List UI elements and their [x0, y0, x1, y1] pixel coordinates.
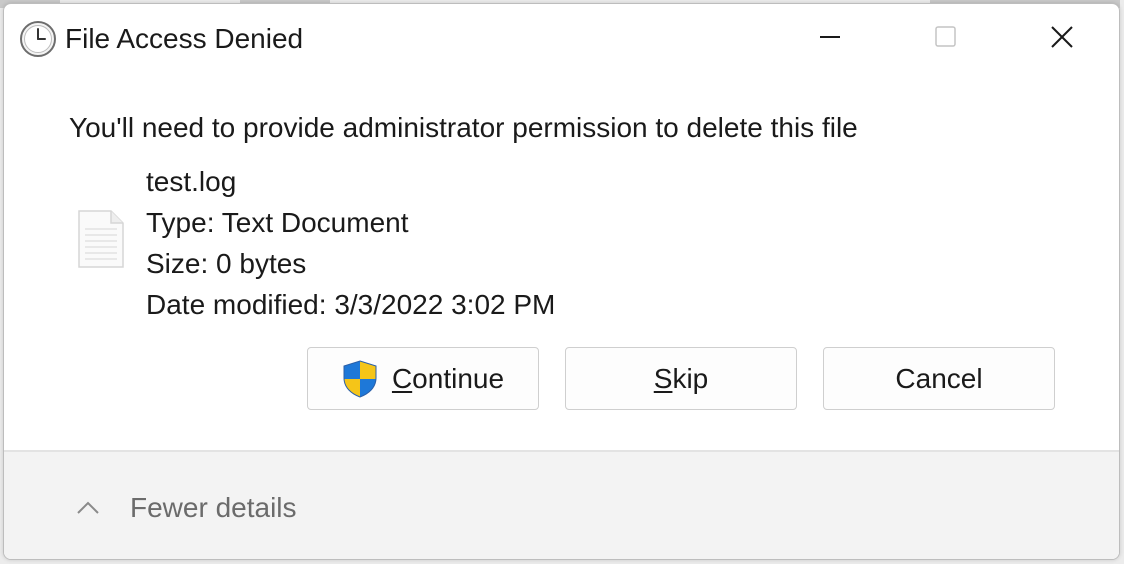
uac-shield-icon: [343, 359, 377, 398]
text-document-icon: [78, 210, 124, 268]
skip-button[interactable]: Skip: [565, 347, 797, 410]
close-button[interactable]: [1004, 4, 1119, 70]
permission-message: You'll need to provide administrator per…: [69, 112, 858, 143]
maximize-icon: [935, 26, 956, 47]
details-footer: Fewer details: [4, 452, 1119, 559]
clock-icon: [20, 21, 56, 57]
fewer-details-toggle[interactable]: Fewer details: [74, 488, 297, 528]
chevron-up-icon: [77, 501, 99, 514]
file-name: test.log: [146, 166, 237, 197]
file-size: Size: 0 bytes: [146, 248, 307, 279]
minimize-button[interactable]: [773, 4, 890, 70]
cancel-button[interactable]: Cancel: [823, 347, 1055, 410]
continue-button[interactable]: Continue: [307, 347, 539, 410]
file-date-modified: Date modified: 3/3/2022 3:02 PM: [146, 289, 556, 320]
title-bar[interactable]: File Access Denied: [4, 4, 1119, 74]
maximize-button[interactable]: [887, 4, 1004, 70]
skip-label: Skip: [653, 362, 709, 394]
file-details: test.log Type: Text Document Size: 0 byt…: [146, 161, 555, 325]
file-type: Type: Text Document: [146, 207, 409, 238]
minimize-icon: [820, 36, 840, 38]
fewer-details-label: Fewer details: [130, 492, 297, 523]
cancel-label: Cancel: [895, 362, 983, 394]
continue-label: Continue: [391, 362, 505, 394]
close-icon: [1051, 26, 1073, 48]
file-access-denied-dialog: File Access Denied You'll need to provid…: [3, 3, 1120, 560]
window-title: File Access Denied: [65, 23, 304, 54]
